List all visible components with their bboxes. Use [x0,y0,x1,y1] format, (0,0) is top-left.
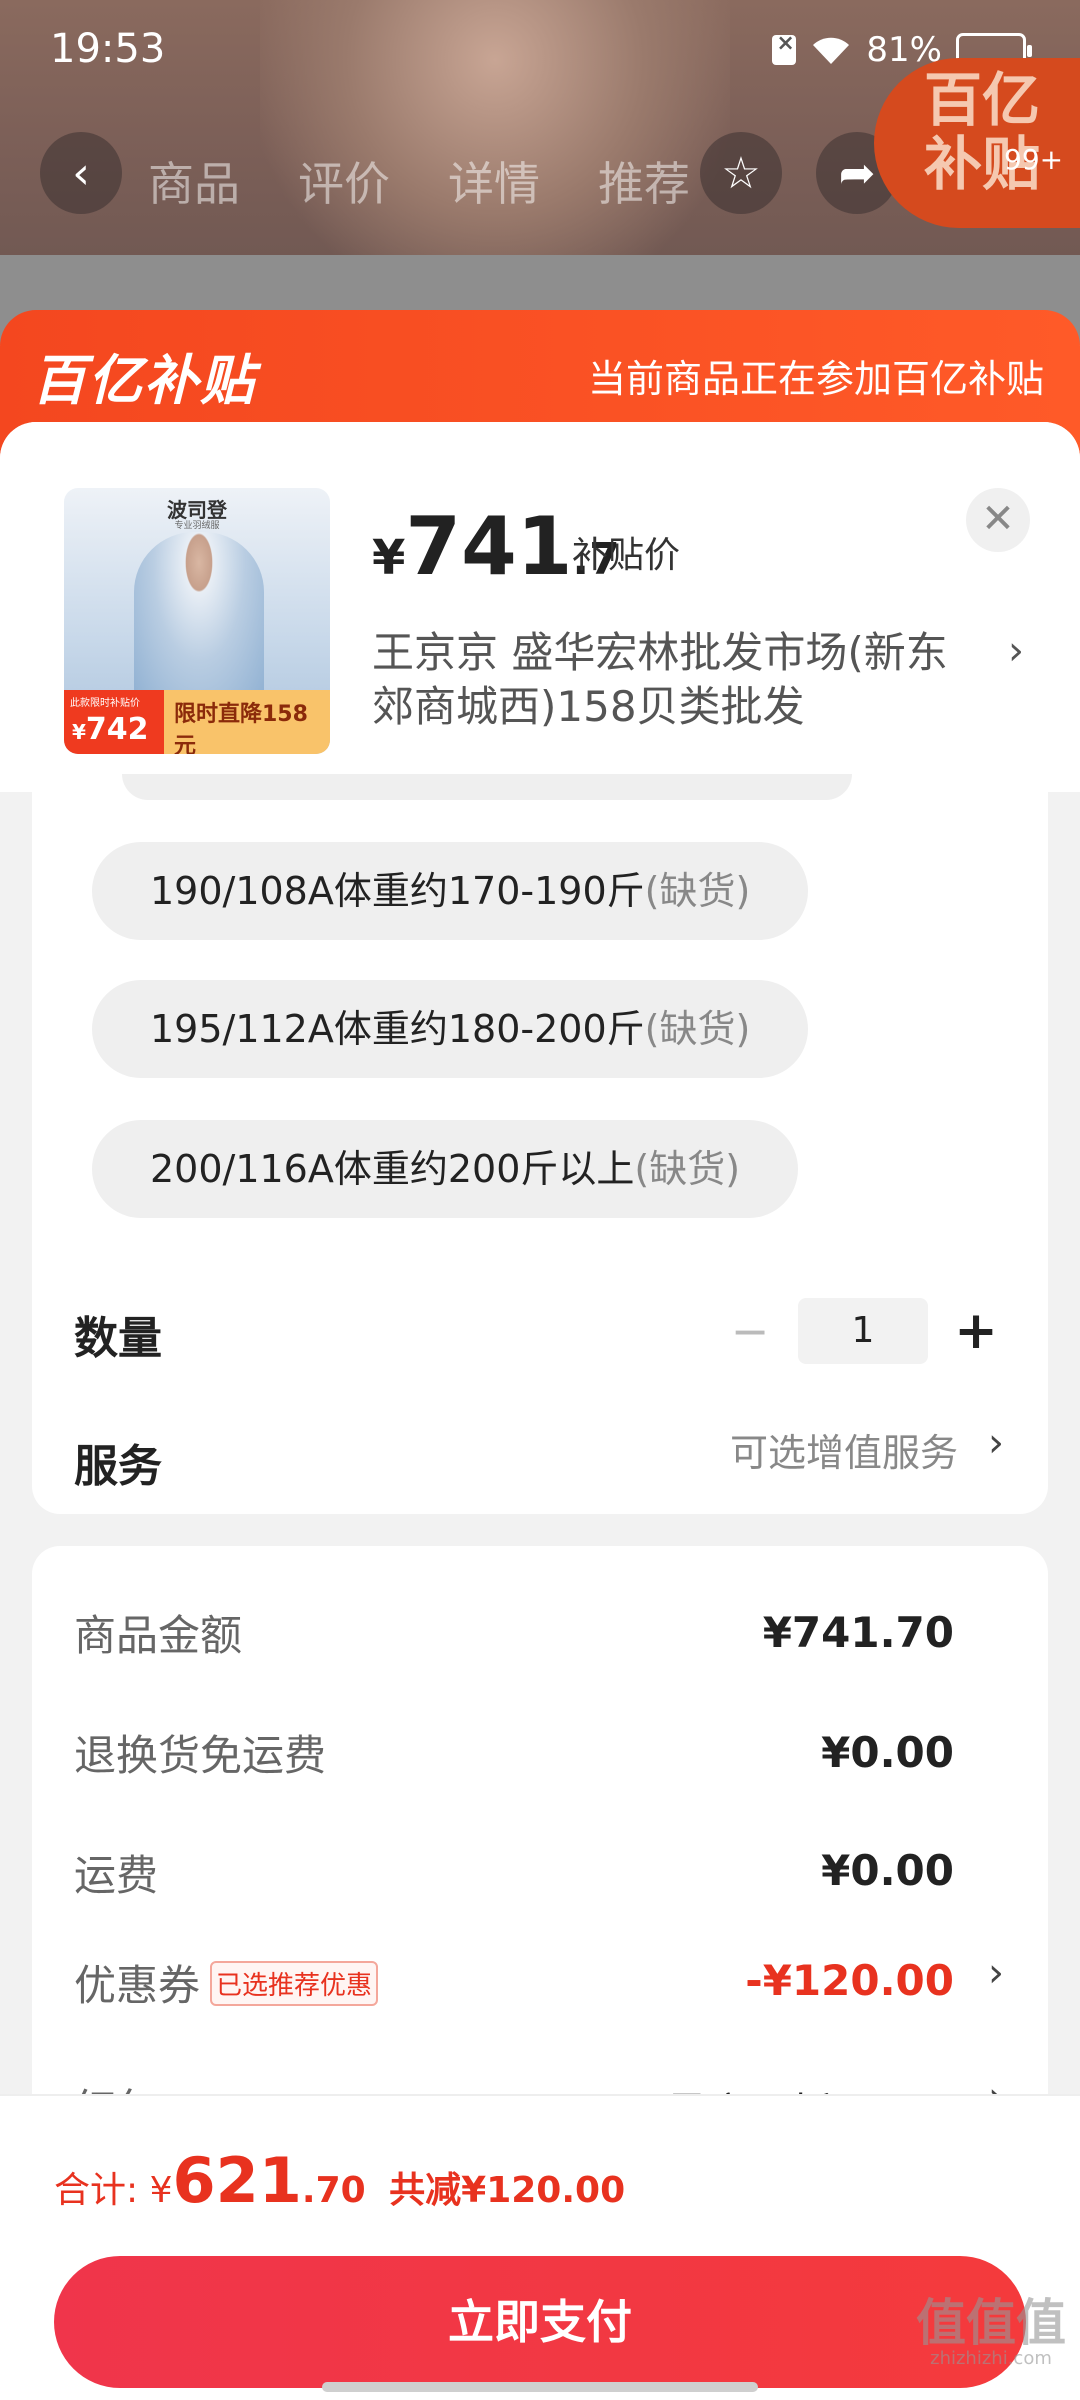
coupon-label: 优惠券 已选推荐优惠 [74,1952,379,2013]
checkout-bar: 合计: ¥621.70 共减¥120.00 立即支付 值值值 zhizhizhi… [0,2094,1080,2400]
service-label: 服务 [74,1441,162,1492]
spec-option-label: 200/116A体重约200斤以上 [150,1147,635,1191]
goods-amount-label: 商品金额 [74,1611,243,1660]
subsidy-logo: 百亿补贴 [32,349,256,412]
total-currency: ¥ [149,2170,173,2211]
coupon-value[interactable]: -¥120.00 [745,1956,954,2005]
price-currency: ¥ [372,530,406,586]
shipping-label: 运费 [74,1851,159,1900]
chevron-right-icon: › [988,1420,1004,1466]
status-time: 19:53 [50,26,166,72]
product-summary: 波司登 专业羽绒服 此款限时补贴价 ¥742 限时直降158 元 ¥741.7 … [0,422,1080,792]
close-icon[interactable]: ✕ [966,488,1030,552]
price-label: 补贴价 [572,535,681,576]
back-icon[interactable]: ‹ [40,132,122,214]
pay-now-button[interactable]: 立即支付 [54,2256,1026,2388]
spec-option-status: (缺货) [644,869,751,913]
spec-panel: 190/108A体重约170-190斤(缺货) 195/112A体重约180-2… [32,774,1048,1514]
tab-goods: 商品 [148,157,240,211]
spec-option-label: 195/112A体重约180-200斤 [150,1007,645,1051]
subsidy-badge-count: 99+ [1004,143,1064,176]
subsidy-tip: 当前商品正在参加百亿补贴 [587,357,1044,401]
wifi-icon [813,37,850,64]
watermark-text: 值值值 [916,2294,1066,2352]
spec-option[interactable]: 190/108A体重约170-190斤(缺货) [92,842,809,940]
spec-option-status: (缺货) [634,1147,741,1191]
thumb-sub: 专业羽绒服 [174,521,220,531]
tab-recommend: 推荐 [598,157,690,211]
subsidy-badge: 百亿补贴 99+ [874,58,1080,228]
spec-option-label: 190/108A体重约170-190斤 [150,869,645,913]
thumb-model-image [134,532,264,702]
thumb-drop-tag: 限时直降158 元 [164,690,330,754]
total-amount: 合计: ¥621.70 共减¥120.00 [54,2144,625,2217]
price-integer: 741 [405,500,573,593]
tab-reviews: 评价 [298,157,390,211]
coupon-label-text: 优惠券 [74,1961,201,2010]
chevron-right-icon: › [1008,628,1024,674]
tab-details: 详情 [448,157,540,211]
delivery-address[interactable]: 王京京 盛华宏林批发市场(新东郊商城西)158贝类批发 [372,626,982,734]
fee-breakdown: 商品金额 ¥741.70 退换货免运费 ¥0.00 运费 ¥0.00 优惠券 已选… [32,1546,1048,2146]
background-tabs: 商品 评价 详情 推荐 [148,148,690,214]
spec-option-partial [122,774,852,800]
product-thumbnail[interactable]: 波司登 专业羽绒服 此款限时补贴价 ¥742 限时直降158 元 [64,488,330,754]
sim-icon [772,31,797,65]
total-label: 合计: [54,2170,139,2211]
watermark: 值值值 zhizhizhi.com [916,2298,1066,2370]
thumb-price-caption: 此款限时补贴价 [70,698,140,709]
thumb-price: 742 [85,712,149,747]
thumb-price-tag: 此款限时补贴价 ¥742 [64,690,164,754]
quantity-input[interactable]: 1 [798,1298,928,1364]
shipping-value: ¥0.00 [821,1846,954,1895]
total-reduce: 共减¥120.00 [389,2170,626,2211]
home-indicator[interactable] [322,2382,758,2392]
spec-option-status: (缺货) [644,1007,751,1051]
total-integer: 621 [172,2144,302,2217]
chevron-right-icon: › [988,1950,1004,1996]
goods-amount-value: ¥741.70 [762,1608,954,1657]
quantity-stepper: − 1 + [720,1298,1006,1364]
plus-icon[interactable]: + [946,1301,1006,1361]
quantity-label: 数量 [74,1313,162,1364]
spec-option[interactable]: 195/112A体重约180-200斤(缺货) [92,980,809,1078]
return-shipping-label: 退换货免运费 [74,1731,327,1780]
thumb-drop-text: 限时直降158 元 [174,702,308,754]
minus-icon[interactable]: − [720,1304,780,1358]
coupon-tag: 已选推荐优惠 [210,1961,379,2006]
total-decimal: .70 [301,2170,366,2211]
watermark-sub: zhizhizhi.com [930,2348,1052,2369]
spec-option[interactable]: 200/116A体重约200斤以上(缺货) [92,1120,799,1218]
return-shipping-value: ¥0.00 [821,1728,954,1777]
service-value[interactable]: 可选增值服务 [730,1422,958,1477]
favorite-star-icon[interactable]: ☆ [700,132,782,214]
